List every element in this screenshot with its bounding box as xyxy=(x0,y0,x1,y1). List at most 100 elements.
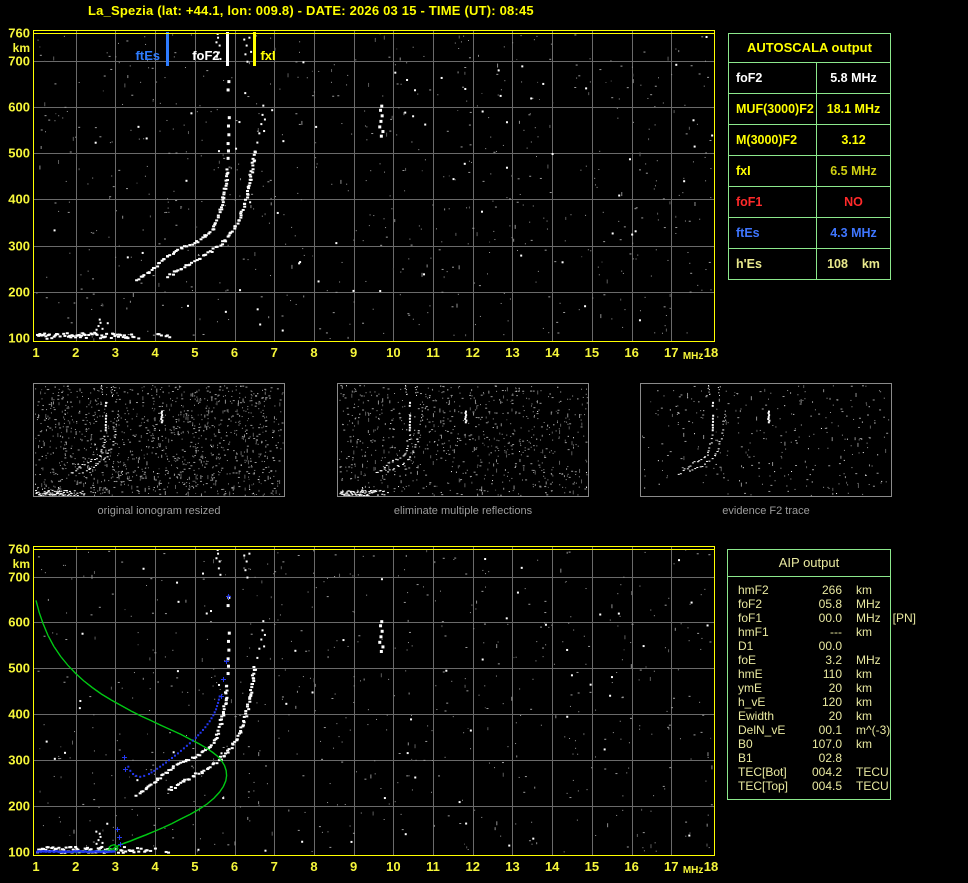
aip-param-unit: km xyxy=(856,667,872,681)
x-axis-unit-label: MHz xyxy=(682,351,704,362)
aip-param-unit: km xyxy=(856,709,872,723)
aip-param-label: hmF1 xyxy=(738,625,769,639)
aip-param-label: DelN_vE xyxy=(738,723,786,737)
thumbnail-caption-eliminate: eliminate multiple reflections xyxy=(393,505,533,517)
aip-row-d1: D1 00.0 xyxy=(738,639,886,653)
aip-param-value: 05.8 xyxy=(818,597,842,611)
aip-param-value: 266 xyxy=(821,583,842,597)
aip-param-label: B0 xyxy=(738,737,753,751)
x-tick-label: 7 xyxy=(270,859,278,874)
main-ionogram-canvas xyxy=(33,30,715,342)
x-tick-label: 12 xyxy=(465,345,480,360)
y-tick-label: 300 xyxy=(8,238,30,254)
aip-param-unit: TECU xyxy=(856,765,889,779)
aip-param-label: foE xyxy=(738,653,757,667)
y-tick-label: 200 xyxy=(8,798,30,814)
profile-ionogram-canvas xyxy=(33,546,715,856)
x-tick-label: 8 xyxy=(310,345,318,360)
x-tick-label: 16 xyxy=(624,859,639,874)
aip-row-hve: h_vE 120 km xyxy=(738,695,886,709)
autoscala-param-value: 108 km xyxy=(827,257,880,271)
x-tick-label: 7 xyxy=(270,345,278,360)
aip-row-tectop: TEC[Top] 004.5 TECU xyxy=(738,779,889,793)
aip-param-label: D1 xyxy=(738,639,754,653)
x-tick-label: 18 xyxy=(703,859,719,874)
x-tick-label: 2 xyxy=(72,345,80,360)
x-tick-label: 5 xyxy=(191,345,199,360)
aip-row-yme: ymE 20 km xyxy=(738,681,886,695)
x-tick-label: 13 xyxy=(505,345,520,360)
x-tick-label: 1 xyxy=(32,859,40,874)
aip-row-b1: B1 02.8 xyxy=(738,751,886,765)
y-tick-label: 500 xyxy=(8,660,30,676)
aip-param-unit: km xyxy=(856,583,872,597)
aip-param-label: TEC[Top] xyxy=(738,779,789,793)
autoscala-row-muf3000f2: MUF(3000)F2 18.1 MHz xyxy=(729,93,890,124)
y-tick-label: 200 xyxy=(8,284,30,300)
y-tick-label: 100 xyxy=(8,844,30,860)
x-tick-label: 4 xyxy=(151,345,159,360)
x-axis-unit-label: MHz xyxy=(682,865,704,876)
aip-param-label: foF1 xyxy=(738,611,763,625)
autoscala-param-label: foF2 xyxy=(729,63,817,93)
autoscala-param-label: foF1 xyxy=(729,187,817,217)
x-tick-label: 18 xyxy=(703,345,719,360)
x-tick-label: 6 xyxy=(230,859,239,874)
y-tick-label: 760 xyxy=(8,25,30,41)
aip-param-label: B1 xyxy=(738,751,753,765)
aip-param-unit: MHz xyxy=(856,611,881,625)
aip-row-fof1: foF1 00.0 MHz [PN] xyxy=(738,611,916,625)
autoscala-param-label: M(3000)F2 xyxy=(729,125,817,155)
x-tick-label: 14 xyxy=(544,859,560,874)
aip-param-unit: km xyxy=(856,681,872,695)
autoscala-param-value: 18.1 MHz xyxy=(826,102,881,116)
y-tick-label: 500 xyxy=(8,145,30,161)
thumbnail-caption-original: original ionogram resized xyxy=(97,505,221,517)
aip-row-hmf1: hmF1 --- km xyxy=(738,625,886,639)
aip-param-value: 02.8 xyxy=(818,751,842,765)
x-tick-label: 3 xyxy=(111,345,120,360)
aip-param-value: 110 xyxy=(822,667,842,681)
aip-output-table: AIP output hmF2 266 km foF2 05.8 MHz foF1 00.0 M… xyxy=(727,549,916,800)
x-tick-label: 12 xyxy=(465,859,480,874)
autoscala-table-header: AUTOSCALA output xyxy=(747,40,872,55)
aip-param-label: hmF2 xyxy=(738,583,769,597)
x-tick-label: 16 xyxy=(624,345,639,360)
y-tick-label: 400 xyxy=(8,706,30,722)
aip-param-value: 120 xyxy=(821,695,842,709)
autoscala-application-window: La_Spezia (lat: +44.1, lon: 009.8) - DAT… xyxy=(0,0,968,883)
x-tick-label: 10 xyxy=(386,859,401,874)
autoscala-row-fxi: fxI 6.5 MHz xyxy=(729,155,890,186)
aip-param-unit: TECU xyxy=(856,779,889,793)
aip-param-value: 00.0 xyxy=(818,611,842,625)
aip-table-header: AIP output xyxy=(728,550,890,577)
y-tick-label: 600 xyxy=(8,614,30,630)
aip-row-hmf2: hmF2 266 km xyxy=(738,583,886,597)
x-tick-label: 11 xyxy=(426,345,440,360)
thumbnail-original-ionogram xyxy=(33,383,285,497)
autoscala-row-hes: h'Es 108 km xyxy=(729,248,890,279)
aip-table-body: hmF2 266 km foF2 05.8 MHz foF1 00.0 MHz [PN] hmF1 -… xyxy=(728,577,916,799)
autoscala-param-value: 5.8 MHz xyxy=(830,71,877,85)
aip-param-value: 107.0 xyxy=(811,737,842,751)
autoscala-param-value: 3.12 xyxy=(841,133,866,147)
aip-param-value: 3.2 xyxy=(825,653,842,667)
autoscala-row-fof1: foF1 NO xyxy=(729,186,890,217)
x-tick-label: 15 xyxy=(584,859,600,874)
x-tick-label: 9 xyxy=(350,859,358,874)
aip-param-label: foF2 xyxy=(738,597,763,611)
aip-param-note: [PN] xyxy=(892,611,917,625)
aip-row-tecbot: TEC[Bot] 004.2 TECU xyxy=(738,765,889,779)
aip-param-unit: km xyxy=(856,625,872,639)
thumbnail-evidence-f2-trace xyxy=(640,383,892,497)
aip-param-value: 004.2 xyxy=(811,765,842,779)
aip-param-label: h_vE xyxy=(738,695,766,709)
aip-param-value: 00.0 xyxy=(818,639,842,653)
aip-row-foe: foE 3.2 MHz xyxy=(738,653,886,667)
y-tick-label: 400 xyxy=(8,191,30,207)
x-tick-label: 17 xyxy=(664,345,679,360)
autoscala-row-m3000f2: M(3000)F2 3.12 xyxy=(729,124,890,155)
x-tick-label: 13 xyxy=(505,859,520,874)
aip-param-label: TEC[Bot] xyxy=(738,765,787,779)
autoscala-param-value: 6.5 MHz xyxy=(830,164,877,178)
